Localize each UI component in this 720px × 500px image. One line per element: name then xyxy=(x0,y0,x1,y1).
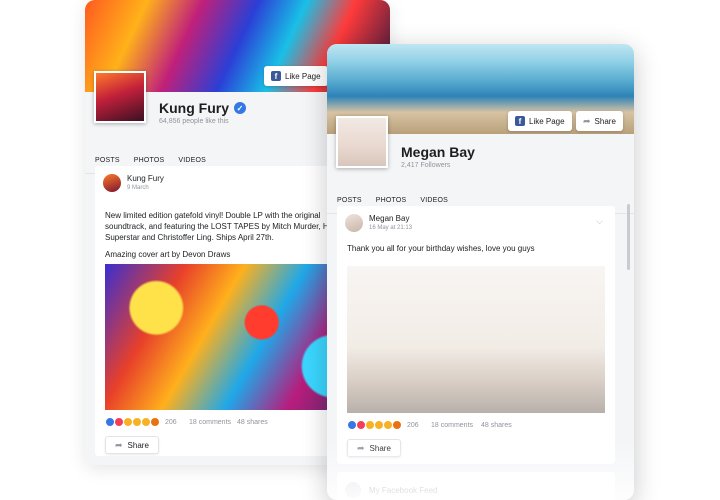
chevron-down-icon[interactable]: ⌵ xyxy=(596,216,603,227)
comments-count[interactable]: 18 comments xyxy=(189,419,231,426)
post-author-avatar[interactable] xyxy=(345,482,361,498)
share-icon: ➦ xyxy=(115,439,123,450)
page-avatar[interactable] xyxy=(336,116,388,168)
post-text: Thank you all for your birthday wishes, … xyxy=(347,244,535,253)
post-author[interactable]: Kung Fury xyxy=(127,174,164,183)
share-icon: ➦ xyxy=(583,115,591,126)
page-name-text: Megan Bay xyxy=(401,144,475,160)
like-page-button[interactable]: f Like Page xyxy=(264,66,328,86)
feed-scrollbar[interactable] xyxy=(627,204,630,270)
like-page-label: Like Page xyxy=(285,71,321,81)
page-followers-count: 2,417 Followers xyxy=(401,162,451,169)
reactions-bar[interactable]: 206 xyxy=(105,417,177,427)
angry-reaction-icon xyxy=(392,420,402,430)
share-label: Share xyxy=(127,440,149,450)
comments-count[interactable]: 18 comments xyxy=(431,422,473,429)
share-label: Share xyxy=(369,443,391,453)
page-avatar[interactable] xyxy=(94,71,146,123)
share-button[interactable]: ➦ Share xyxy=(347,439,401,457)
post-text-line: New limited edition gatefold vinyl! Doub… xyxy=(105,211,321,220)
post-date[interactable]: 9 March xyxy=(127,185,164,191)
page-header: Megan Bay 2,417 Followers xyxy=(327,116,634,192)
shares-count[interactable]: 48 shares xyxy=(237,419,268,426)
post-header: Kung Fury 9 March xyxy=(103,174,164,192)
post-card: Megan Bay 16 May at 21:13 ⌵ Thank you al… xyxy=(337,206,615,464)
next-post-title[interactable]: My Facebook Feed xyxy=(369,486,437,495)
share-page-button[interactable]: ➦ Share xyxy=(576,111,623,131)
post-text-line: Superstar and Christoffer Ling. Ships Ap… xyxy=(105,233,274,242)
post-image[interactable] xyxy=(347,266,605,413)
page-title[interactable]: Megan Bay xyxy=(401,144,475,160)
page-likes-count: 64,856 people like this xyxy=(159,118,229,125)
reaction-count: 206 xyxy=(407,421,419,429)
share-page-label: Share xyxy=(594,116,616,126)
stage: f Like Page Kung Fury ✓ 64,856 people li… xyxy=(0,0,720,500)
post-text-extra: Amazing cover art by Devon Draws xyxy=(105,250,231,259)
angry-reaction-icon xyxy=(150,417,160,427)
page-name-text: Kung Fury xyxy=(159,100,229,116)
reactions-bar[interactable]: 206 xyxy=(347,420,419,430)
post-date[interactable]: 16 May at 21:13 xyxy=(369,225,412,231)
post-author-avatar[interactable] xyxy=(345,214,363,232)
post-author-avatar[interactable] xyxy=(103,174,121,192)
post-author[interactable]: Megan Bay xyxy=(369,214,412,223)
post-text-line: soundtrack, and featuring the LOST TAPES… xyxy=(105,222,335,231)
post-header: Megan Bay 16 May at 21:13 xyxy=(345,214,412,232)
facebook-page-widget-megan-bay: f Like Page ➦ Share Megan Bay 2,417 Foll… xyxy=(327,44,634,500)
share-button[interactable]: ➦ Share xyxy=(105,436,159,454)
share-icon: ➦ xyxy=(357,442,365,453)
like-page-button[interactable]: f Like Page xyxy=(508,111,572,131)
reaction-count: 206 xyxy=(165,418,177,426)
next-post-card: My Facebook Feed xyxy=(337,472,615,500)
page-title[interactable]: Kung Fury ✓ xyxy=(159,100,246,116)
facebook-icon: f xyxy=(271,71,281,81)
like-page-label: Like Page xyxy=(529,116,565,126)
shares-count[interactable]: 48 shares xyxy=(481,422,512,429)
verified-badge-icon: ✓ xyxy=(234,102,246,114)
facebook-icon: f xyxy=(515,116,525,126)
